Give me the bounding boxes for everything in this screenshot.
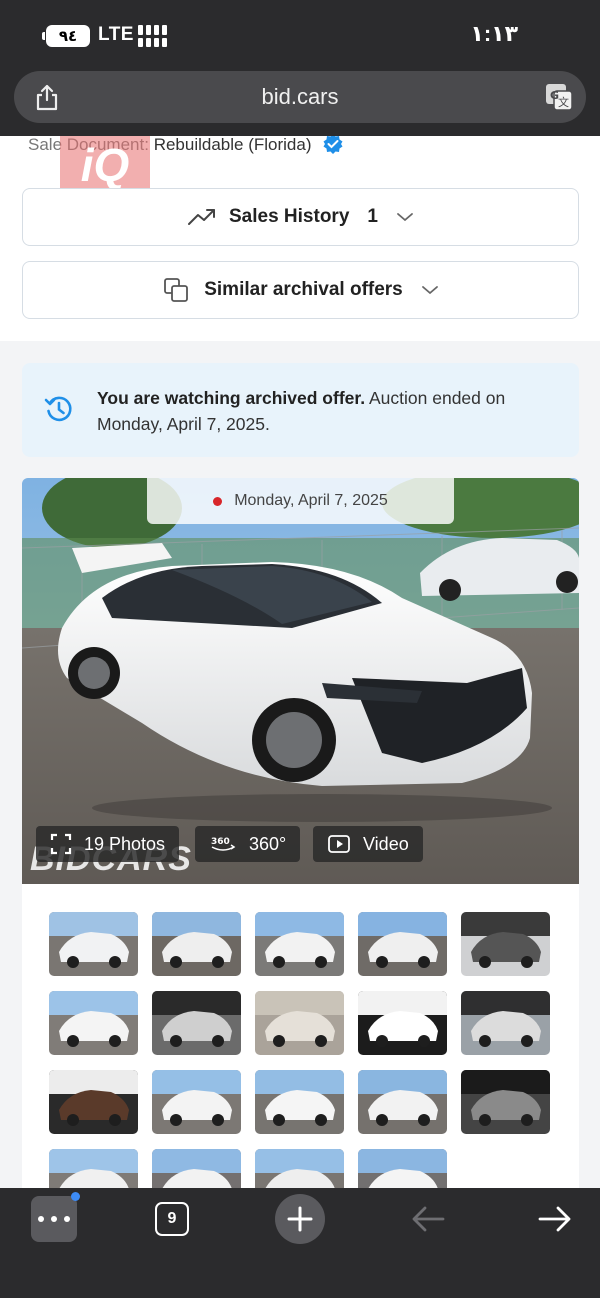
thumbnail-5[interactable]	[461, 912, 550, 976]
thumbnail-6[interactable]	[49, 991, 138, 1055]
url-text[interactable]: bid.cars	[14, 84, 586, 110]
thumbnail-image	[358, 991, 447, 1055]
chevron-down-icon	[397, 213, 413, 222]
thumbnail-8[interactable]	[255, 991, 344, 1055]
thumbnail-image	[49, 1149, 138, 1188]
thumbnail-12[interactable]	[152, 1070, 241, 1134]
history-icon	[44, 396, 72, 422]
thumbnail-17[interactable]	[152, 1149, 241, 1188]
sales-history-toggle[interactable]: Sales History 1	[22, 188, 579, 246]
thumbnail-image	[461, 1070, 550, 1134]
main-photo-gallery[interactable]: Monday, April 7, 2025 BIDCARS 19 Photos …	[22, 478, 579, 884]
thumbnail-2[interactable]	[152, 912, 241, 976]
similar-offers-toggle[interactable]: Similar archival offers	[22, 261, 579, 319]
video-label: Video	[363, 833, 409, 854]
arrow-right-icon	[538, 1206, 571, 1232]
battery-icon: ٩٤	[42, 25, 90, 47]
thumbnail-grid	[22, 884, 579, 1188]
thumbnail-4[interactable]	[358, 912, 447, 976]
back-button[interactable]	[408, 1199, 448, 1239]
thumbnail-9[interactable]	[358, 991, 447, 1055]
thumbnail-13[interactable]	[255, 1070, 344, 1134]
thumbnail-7[interactable]	[152, 991, 241, 1055]
thumbnail-image	[152, 912, 241, 976]
thumbnail-image	[255, 991, 344, 1055]
chevron-down-icon	[421, 286, 438, 295]
trend-up-icon	[188, 209, 215, 225]
listing-details-card: Sale Document: Rebuildable (Florida) iQ …	[0, 136, 600, 341]
thumbnail-image	[358, 912, 447, 976]
notice-bold: You are watching archived offer.	[97, 388, 366, 408]
thumbnail-image	[255, 912, 344, 976]
sales-history-count: 1	[367, 206, 378, 227]
photo-date-pill: Monday, April 7, 2025	[147, 478, 454, 524]
web-page: Sale Document: Rebuildable (Florida) iQ …	[0, 136, 600, 1188]
browser-bottom-toolbar: 9	[0, 1188, 600, 1298]
thumbnail-image	[152, 1149, 241, 1188]
status-bar: ٩٤ LTE ١:١٣	[0, 0, 600, 70]
sale-document-value: Rebuildable (Florida)	[153, 136, 312, 154]
photos-count-label: 19 Photos	[84, 833, 166, 854]
thumbnail-19[interactable]	[358, 1149, 447, 1188]
view-360-label: 360°	[249, 833, 287, 854]
more-dots-icon	[38, 1216, 70, 1222]
new-tab-button[interactable]	[275, 1194, 325, 1244]
copy-icon	[164, 278, 189, 302]
thumbnail-image	[49, 991, 138, 1055]
translate-icon[interactable]: G 文	[544, 82, 574, 112]
thumbnail-image	[49, 1070, 138, 1134]
thumbnail-image	[152, 991, 241, 1055]
thumbnail-14[interactable]	[358, 1070, 447, 1134]
live-dot-icon	[213, 496, 223, 506]
menu-button[interactable]	[31, 1192, 80, 1242]
photos-button[interactable]: 19 Photos	[36, 826, 180, 862]
thumbnail-10[interactable]	[461, 991, 550, 1055]
signal-icon	[138, 25, 170, 47]
car-main-photo[interactable]	[22, 478, 579, 884]
verified-icon	[323, 136, 343, 154]
tabs-button[interactable]: 9	[155, 1202, 189, 1236]
view-360-icon: 360	[211, 837, 236, 851]
view-360-button[interactable]: 360 360°	[195, 826, 301, 862]
thumbnail-image	[358, 1070, 447, 1134]
video-button[interactable]: Video	[313, 826, 423, 862]
thumbnail-16[interactable]	[49, 1149, 138, 1188]
thumbnail-18[interactable]	[255, 1149, 344, 1188]
thumbnail-3[interactable]	[255, 912, 344, 976]
thumbnail-image	[152, 1070, 241, 1134]
thumbnail-15[interactable]	[461, 1070, 550, 1134]
thumbnail-image	[358, 1149, 447, 1188]
similar-offers-label: Similar archival offers	[204, 279, 403, 300]
browser-top-chrome: ٩٤ LTE ١:١٣ bid.cars G 文	[0, 0, 600, 136]
thumbnail-image	[49, 912, 138, 976]
status-time: ١:١٣	[470, 21, 518, 46]
notification-dot	[71, 1192, 80, 1201]
arrow-left-icon	[412, 1206, 445, 1232]
photo-date: Monday, April 7, 2025	[234, 492, 388, 509]
fullscreen-icon	[50, 833, 72, 855]
thumbnail-1[interactable]	[49, 912, 138, 976]
thumbnail-image	[255, 1149, 344, 1188]
forward-button[interactable]	[535, 1199, 575, 1239]
svg-text:360: 360	[211, 837, 230, 847]
video-icon	[328, 835, 350, 853]
sales-history-label: Sales History	[229, 206, 350, 227]
thumbnail-image	[461, 912, 550, 976]
svg-text:文: 文	[558, 95, 569, 109]
thumbnail-image	[461, 991, 550, 1055]
plus-icon	[287, 1206, 313, 1232]
thumbnail-image	[255, 1070, 344, 1134]
archived-offer-notice: You are watching archived offer. Auction…	[22, 363, 579, 457]
network-type: LTE	[98, 24, 134, 45]
notice-text: You are watching archived offer. Auction…	[97, 385, 517, 437]
thumbnail-11[interactable]	[49, 1070, 138, 1134]
address-bar[interactable]: bid.cars G 文	[14, 71, 586, 123]
